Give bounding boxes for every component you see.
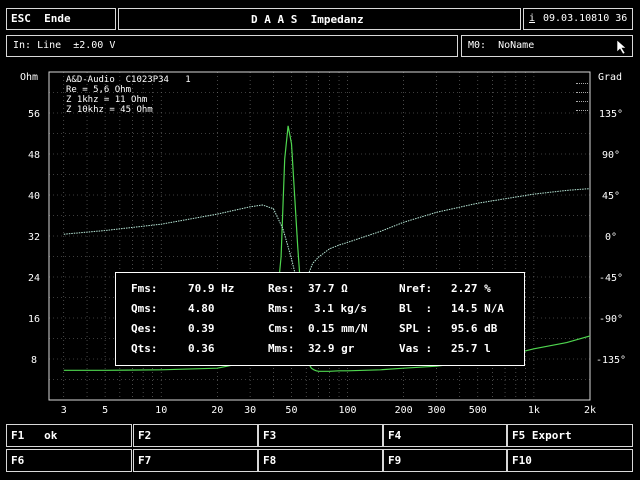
param-key: Mms: (268, 342, 295, 355)
input-label: In: Line ±2.00 V (13, 40, 116, 51)
memory-label: M0: NoName (468, 40, 535, 51)
left-tick-label: 8 (31, 355, 37, 366)
right-tick-label: 90° (602, 150, 620, 161)
param-value: 0.39 (188, 322, 215, 335)
param-value: 0.36 (188, 342, 215, 355)
x-tick-label: 50 (285, 405, 297, 416)
right-axis-unit: Grad (598, 72, 623, 83)
datetime-box: i 09.03.10810 36 (523, 8, 633, 30)
info-line-2: Re = 5,6 Ohm (66, 85, 132, 95)
param-row-1: Fms: 70.9 Hz Res: 37.7 Ω Nref: 2.27 % (116, 282, 524, 302)
param-row-4: Qts: 0.36 Mms: 32.9 gr Vas : 25.7 l (116, 342, 524, 362)
x-axis-ticks: 3 5 10 20 30 50 100 200 300 500 1k 2k (61, 405, 596, 416)
right-tick-label: -135° (596, 355, 626, 366)
param-value: 0.15 mm/N (308, 322, 368, 335)
x-tick-label: 3 (61, 405, 67, 416)
measurement-info: A&D-Audio C1023P34 1 Re = 5,6 Ohm Z 1khz… (66, 75, 191, 115)
param-key: Res: (268, 282, 295, 295)
param-key: Qts: (131, 342, 158, 355)
param-key: Fms: (131, 282, 158, 295)
right-tick-label: 135° (599, 109, 623, 120)
window-title: D A A S Impedanz (251, 13, 364, 26)
x-tick-label: 5 (102, 405, 108, 416)
f8-button[interactable]: F8 (258, 449, 383, 472)
param-value: 32.9 gr (308, 342, 355, 355)
f5-export-button[interactable]: F5 Export (507, 424, 633, 447)
left-tick-label: 24 (28, 273, 40, 284)
param-key: Nref: (399, 282, 433, 295)
parameter-panel: Fms: 70.9 Hz Res: 37.7 Ω Nref: 2.27 % Qm… (115, 272, 525, 366)
left-axis-ticks: 56 48 40 32 24 16 8 (28, 109, 40, 366)
left-tick-label: 56 (28, 109, 40, 120)
x-tick-label: 100 (339, 405, 357, 416)
x-tick-label: 20 (211, 405, 223, 416)
mouse-pointer-icon (616, 39, 627, 55)
right-tick-label: -45° (599, 273, 623, 284)
memory-box[interactable]: M0: NoName (461, 35, 633, 57)
f2-button[interactable]: F2 (133, 424, 258, 447)
param-value: 4.80 (188, 302, 215, 315)
f6-button[interactable]: F6 (6, 449, 132, 472)
left-axis-unit: Ohm (20, 72, 39, 83)
legend-swatches (576, 77, 588, 111)
param-value: 95.6 dB (451, 322, 498, 335)
param-row-2: Qms: 4.80 Rms: 3.1 kg/s Bl : 14.5 N/A (116, 302, 524, 322)
param-key: Qms: (131, 302, 158, 315)
param-key: Qes: (131, 322, 158, 335)
param-row-3: Qes: 0.39 Cms: 0.15 mm/N SPL : 95.6 dB (116, 322, 524, 342)
left-tick-label: 32 (28, 232, 40, 243)
f4-button[interactable]: F4 (383, 424, 507, 447)
info-line-1: A&D-Audio C1023P34 1 (66, 75, 191, 85)
right-tick-label: -90° (599, 314, 623, 325)
right-tick-label: 0° (605, 232, 617, 243)
input-info-box: In: Line ±2.00 V (6, 35, 458, 57)
info-line-4: Z 10khz = 45 Ohm (66, 105, 153, 115)
datetime: 09.03.10810 36 (543, 13, 628, 24)
param-value: 70.9 Hz (188, 282, 235, 295)
param-value: 37.7 Ω (308, 282, 348, 295)
info-icon[interactable]: i (529, 13, 535, 24)
esc-label: ESC Ende (11, 12, 71, 25)
left-tick-label: 48 (28, 150, 40, 161)
f3-button[interactable]: F3 (258, 424, 383, 447)
param-key: SPL : (399, 322, 433, 335)
left-tick-label: 40 (28, 191, 40, 202)
x-tick-label: 500 (469, 405, 487, 416)
param-value: 25.7 l (451, 342, 491, 355)
info-line-3: Z 1khz = 11 Ohm (66, 95, 148, 105)
title-bar: D A A S Impedanz (118, 8, 521, 30)
esc-button[interactable]: ESC Ende (6, 8, 116, 30)
x-tick-label: 30 (244, 405, 256, 416)
f7-button[interactable]: F7 (133, 449, 258, 472)
param-key: Cms: (268, 322, 295, 335)
f9-button[interactable]: F9 (383, 449, 507, 472)
param-key: Vas : (399, 342, 433, 355)
x-tick-label: 1k (528, 405, 540, 416)
f10-button[interactable]: F10 (507, 449, 633, 472)
right-tick-label: 45° (602, 191, 620, 202)
x-tick-label: 300 (427, 405, 445, 416)
param-key: Bl : (399, 302, 433, 315)
x-tick-label: 10 (155, 405, 167, 416)
left-tick-label: 16 (28, 314, 40, 325)
x-tick-label: 2k (584, 405, 596, 416)
param-key: Rms: (268, 302, 295, 315)
right-axis-ticks: 135° 90° 45° 0° -45° -90° -135° (596, 109, 626, 366)
chart-svg: 5648403224168 135°90°45°0°-45°-90°-135° … (28, 71, 626, 416)
param-value: 2.27 % (451, 282, 491, 295)
param-value: 3.1 kg/s (314, 302, 367, 315)
x-tick-label: 200 (395, 405, 413, 416)
f1-ok-button[interactable]: F1 ok (6, 424, 132, 447)
param-value: 14.5 N/A (451, 302, 504, 315)
